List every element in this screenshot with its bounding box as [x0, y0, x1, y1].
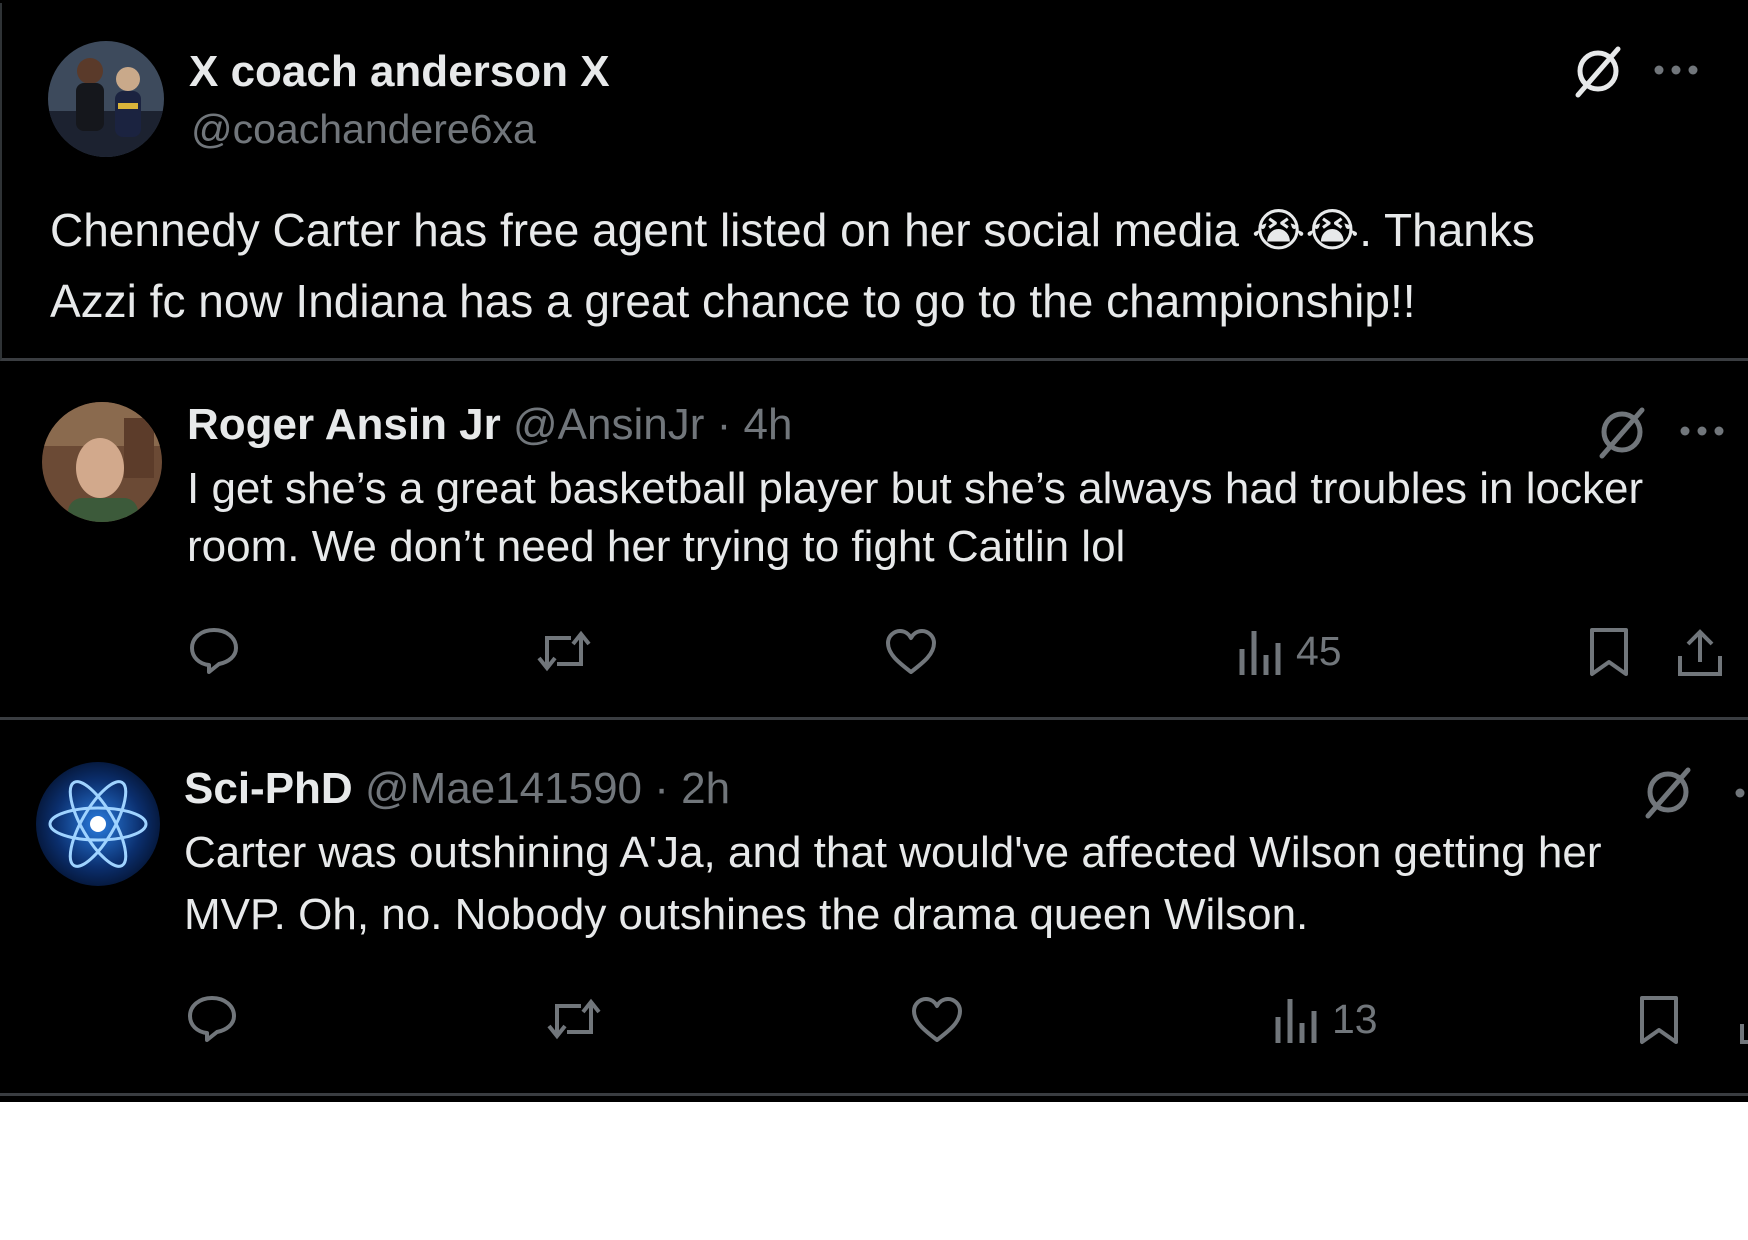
views-icon [1239, 630, 1281, 675]
screenshot-area: X coach anderson X @coachandere6xa Chenn… [0, 0, 1748, 1102]
repost-icon[interactable] [545, 994, 603, 1044]
reply-header: Sci-PhD @Mae141590 · 2h [184, 764, 730, 814]
separator: · [716, 400, 732, 449]
more-icon[interactable] [1652, 63, 1700, 77]
grok-icon[interactable] [1570, 43, 1626, 99]
avatar[interactable] [42, 402, 162, 522]
main-post: X coach anderson X @coachandere6xa Chenn… [0, 3, 1748, 361]
reply-icon[interactable] [188, 626, 240, 676]
views-action[interactable]: 45 [1238, 628, 1342, 675]
avatar[interactable] [48, 41, 164, 157]
bookmark-icon[interactable] [1638, 994, 1680, 1046]
user-handle[interactable]: @coachandere6xa [191, 106, 536, 153]
like-icon[interactable] [884, 628, 938, 676]
post-time[interactable]: 2h [681, 764, 730, 813]
views-icon [1275, 998, 1317, 1043]
reply-text-line-1: I get she’s a great basketball player bu… [187, 464, 1644, 513]
user-handle[interactable]: @Mae141590 [365, 764, 642, 813]
post-text-before-emoji: Chennedy Carter has free agent listed on… [50, 204, 1252, 256]
post-text-line-2: Azzi fc now Indiana has a great chance t… [50, 275, 1416, 327]
display-name[interactable]: Sci-PhD [184, 764, 353, 813]
grok-icon[interactable] [1594, 404, 1650, 460]
user-handle[interactable]: @AnsinJr [513, 400, 704, 449]
repost-icon[interactable] [535, 626, 593, 676]
separator: · [654, 764, 669, 813]
display-name[interactable]: Roger Ansin Jr [187, 400, 501, 449]
reply-header: Roger Ansin Jr @AnsinJr · 4h [187, 400, 792, 450]
like-icon[interactable] [910, 996, 964, 1044]
avatar[interactable] [36, 762, 160, 886]
reply-post: Sci-PhD @Mae141590 · 2h Carter was outsh… [0, 724, 1748, 1096]
share-icon[interactable] [1676, 626, 1724, 678]
reply-post: Roger Ansin Jr @AnsinJr · 4h I get she’s… [0, 364, 1748, 720]
view-count: 13 [1332, 996, 1378, 1042]
reply-text-line-2: room. We don’t need her trying to fight … [187, 522, 1126, 571]
more-icon[interactable] [1732, 786, 1748, 800]
bookmark-icon[interactable] [1588, 626, 1630, 678]
grok-icon[interactable] [1640, 764, 1696, 820]
display-name[interactable]: X coach anderson X [189, 47, 610, 97]
crying-emoji: 😭😭 [1251, 204, 1360, 256]
post-text-line-1: Chennedy Carter has free agent listed on… [50, 203, 1535, 257]
post-text-after-emoji: . Thanks [1359, 204, 1535, 256]
reply-text-line-1: Carter was outshining A'Ja, and that wou… [184, 828, 1602, 877]
reply-icon[interactable] [186, 994, 238, 1044]
views-action[interactable]: 13 [1274, 996, 1378, 1043]
share-icon[interactable] [1730, 994, 1748, 1046]
view-count: 45 [1296, 628, 1342, 674]
more-icon[interactable] [1678, 424, 1726, 438]
post-time[interactable]: 4h [744, 400, 793, 449]
reply-text-line-2: MVP. Oh, no. Nobody outshines the drama … [184, 890, 1309, 939]
